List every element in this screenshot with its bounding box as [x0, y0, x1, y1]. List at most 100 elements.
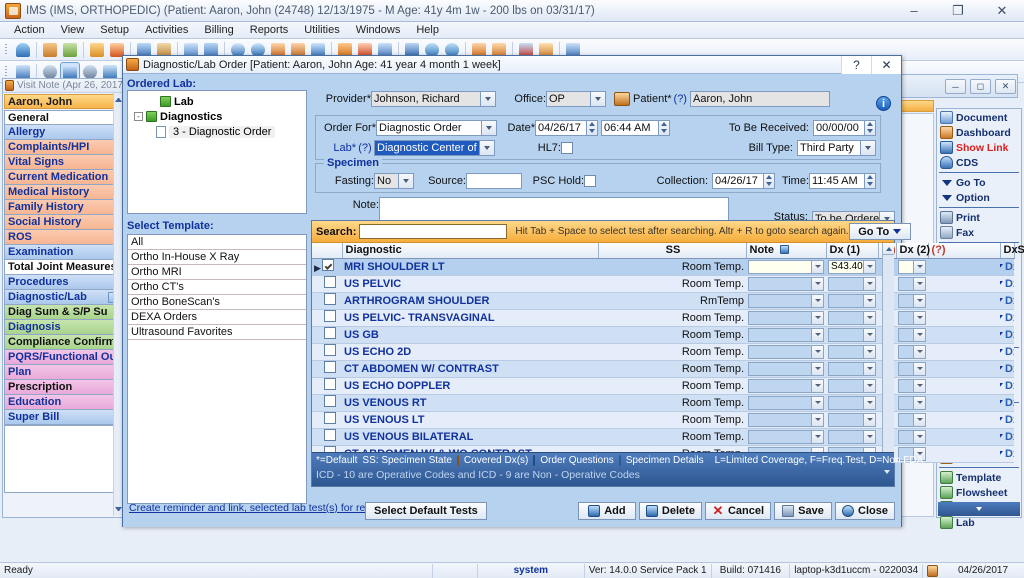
row-note-cell[interactable]	[746, 309, 827, 327]
row-checkbox[interactable]	[324, 378, 336, 390]
row-dx-cell[interactable]: Dx	[1000, 394, 1015, 412]
row-dx-cell[interactable]: Dx	[1000, 258, 1015, 276]
chevron-down-icon[interactable]	[811, 311, 824, 324]
caret-down-icon[interactable]	[1000, 366, 1003, 371]
sidebar-item-allergy[interactable]: Allergy	[4, 125, 122, 140]
scroll-down-icon[interactable]	[115, 507, 122, 514]
row-select-cell[interactable]	[312, 394, 342, 412]
chevron-down-icon[interactable]	[863, 396, 876, 409]
mdi-close-button[interactable]: ✕	[995, 79, 1016, 94]
row-dx-cell[interactable]: Dx	[1000, 326, 1015, 344]
col-note[interactable]: Note	[746, 243, 827, 259]
template-item-ortho-mri[interactable]: Ortho MRI	[128, 265, 306, 280]
action-option[interactable]: Option	[938, 190, 1020, 205]
caret-down-icon[interactable]	[1000, 383, 1003, 388]
row-note-cell[interactable]	[746, 360, 827, 378]
status-system[interactable]: system	[478, 563, 585, 578]
row-select-cell[interactable]	[312, 275, 342, 293]
to-be-received-field[interactable]: 00/00/00	[813, 119, 876, 136]
row-dx1-cell[interactable]	[826, 411, 879, 429]
row-dx-cell[interactable]: Dx	[1000, 343, 1015, 361]
row-dx-cell[interactable]: Dx	[1000, 411, 1015, 429]
chevron-down-icon[interactable]	[913, 311, 926, 324]
bill-type-select[interactable]: Third Party	[797, 139, 876, 156]
tree-collapse-icon[interactable]: -	[134, 112, 143, 121]
chevron-down-icon[interactable]	[863, 413, 876, 426]
grid-scrollbar[interactable]	[882, 243, 894, 452]
menu-setup[interactable]: Setup	[92, 23, 137, 37]
table-row[interactable]: US VENOUS BILATERAL Room Temp. Dx Not Re…	[312, 428, 1015, 446]
sidebar-item-diagnosis[interactable]: Diagnosis	[4, 320, 122, 335]
chevron-down-icon[interactable]	[863, 260, 876, 273]
collection-date-field[interactable]: 04/26/17	[712, 172, 775, 189]
row-dx-cell[interactable]: Dx	[1000, 275, 1015, 293]
row-dx2-cell[interactable]	[896, 326, 929, 344]
template-item-all[interactable]: All	[128, 235, 306, 250]
chevron-down-icon[interactable]	[811, 345, 824, 358]
tree-node-diagnostic-order[interactable]: 3 - Diagnostic Order	[134, 124, 306, 139]
source-input[interactable]	[466, 172, 522, 189]
row-dx2-cell[interactable]	[896, 360, 929, 378]
col-dx2-hint[interactable]: (?)	[928, 243, 1001, 259]
col-ss[interactable]: SS	[598, 243, 747, 259]
template-item-ortho-cts[interactable]: Ortho CT's	[128, 280, 306, 295]
action-document[interactable]: Document	[938, 110, 1020, 125]
chevron-down-icon[interactable]	[863, 362, 876, 375]
row-dx1-cell[interactable]	[826, 275, 879, 293]
sidebar-patient-name[interactable]: Aaron, John	[4, 94, 122, 109]
chevron-down-icon[interactable]	[863, 345, 876, 358]
row-checkbox[interactable]	[324, 310, 336, 322]
sidebar-item-social-history[interactable]: Social History	[4, 215, 122, 230]
template-list[interactable]: All Ortho In-House X Ray Ortho MRI Ortho…	[127, 234, 307, 504]
row-note-cell[interactable]	[746, 411, 827, 429]
caret-down-icon[interactable]	[1000, 281, 1003, 286]
caret-down-icon[interactable]	[1000, 400, 1003, 405]
row-dx1-cell[interactable]	[826, 394, 879, 412]
action-dashboard[interactable]: Dashboard	[938, 125, 1020, 140]
add-button[interactable]: Add	[577, 502, 636, 520]
row-dx1-cell[interactable]	[826, 343, 879, 361]
close-button[interactable]: ✕	[980, 0, 1024, 22]
chevron-down-icon[interactable]	[811, 260, 824, 273]
row-dx2-cell[interactable]	[896, 394, 929, 412]
menu-activities[interactable]: Activities	[137, 23, 196, 37]
order-for-select[interactable]: Diagnostic Order	[376, 119, 497, 136]
row-dx2-cell[interactable]	[896, 258, 929, 276]
chevron-down-icon[interactable]	[482, 119, 497, 136]
maximize-button[interactable]: ❐	[936, 0, 980, 22]
chevron-down-icon[interactable]	[811, 396, 824, 409]
chevron-down-icon[interactable]	[811, 294, 824, 307]
sidebar-item-current-medication[interactable]: Current Medication	[4, 170, 122, 185]
menu-billing[interactable]: Billing	[196, 23, 241, 37]
action-print[interactable]: Print	[938, 210, 1020, 225]
row-checkbox[interactable]	[324, 361, 336, 373]
row-dx1-cell[interactable]: S43.402	[826, 258, 879, 276]
go-to-button[interactable]: Go To	[848, 223, 911, 240]
row-note-cell[interactable]	[746, 275, 827, 293]
chevron-down-icon[interactable]	[863, 294, 876, 307]
row-dx2-cell[interactable]	[896, 377, 929, 395]
row-dx-cell[interactable]: Dx	[1000, 360, 1015, 378]
row-dx2-cell[interactable]	[896, 275, 929, 293]
row-checkbox[interactable]	[324, 344, 336, 356]
collection-stepper[interactable]	[764, 172, 775, 189]
row-select-cell[interactable]	[312, 428, 342, 446]
date-stepper[interactable]	[587, 119, 598, 136]
col-diagnostic[interactable]: Diagnostic	[342, 243, 599, 259]
delete-button[interactable]: Delete	[638, 502, 702, 520]
row-select-cell[interactable]	[312, 343, 342, 361]
chevron-down-icon[interactable]	[884, 470, 890, 474]
col-dx2[interactable]: Dx (2)	[896, 243, 930, 259]
chevron-down-icon[interactable]	[863, 379, 876, 392]
table-row[interactable]: US VENOUS LT Room Temp. Dx Not Req.	[312, 411, 1015, 429]
chevron-down-icon[interactable]	[913, 277, 926, 290]
menu-help[interactable]: Help	[408, 23, 447, 37]
chevron-down-icon[interactable]	[811, 328, 824, 341]
action-show-link[interactable]: Show Link	[938, 140, 1020, 155]
template-item-ultrasound-favorites[interactable]: Ultrasound Favorites	[128, 325, 306, 340]
row-dx-cell[interactable]: Dx	[1000, 292, 1015, 310]
time-field[interactable]: 06:44 AM	[601, 119, 670, 136]
cancel-button[interactable]: ✕ Cancel	[704, 502, 772, 520]
menu-utilities[interactable]: Utilities	[296, 23, 347, 37]
chevron-down-icon[interactable]	[861, 139, 876, 156]
